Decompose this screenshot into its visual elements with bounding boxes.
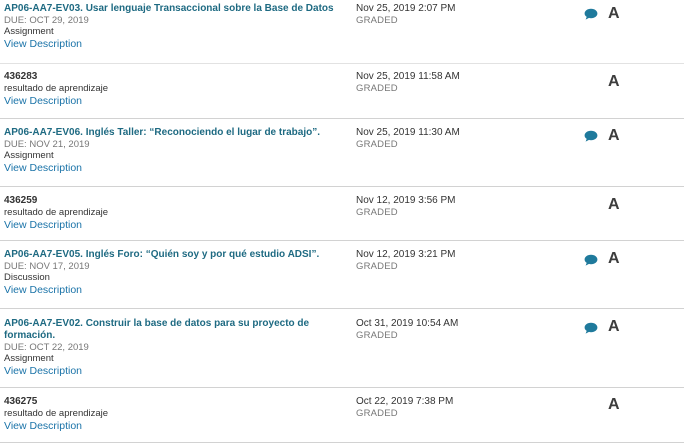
item-type: resultado de aprendizaje [4, 408, 109, 419]
grade-row: AP06-AA7-EV03. Usar lenguaje Transaccion… [0, 0, 684, 64]
submission-date: Oct 31, 2019 10:54 AM [356, 318, 459, 329]
view-description-link[interactable]: View Description [4, 284, 344, 297]
grade-row: 436283 resultado de aprendizaje View Des… [0, 64, 684, 119]
item-title: 436275 [4, 396, 38, 407]
item-title-link[interactable]: AP06-AA7-EV03. Usar lenguaje Transaccion… [4, 3, 344, 15]
view-description-link[interactable]: View Description [4, 365, 324, 378]
item-title-link[interactable]: AP06-AA7-EV06. Inglés Taller: “Reconocie… [4, 127, 344, 139]
submission-info: Oct 31, 2019 10:54 AM GRADED [356, 318, 458, 342]
item-info: AP06-AA7-EV02. Construir la base de dato… [4, 318, 324, 378]
status-label: GRADED [356, 139, 398, 150]
view-description-link[interactable]: View Description [4, 219, 344, 232]
grade-row: AP06-AA7-EV06. Inglés Taller: “Reconocie… [0, 119, 684, 187]
view-description-link[interactable]: View Description [4, 420, 344, 433]
item-type: Discussion [4, 272, 50, 283]
grade-row: AP06-AA7-EV05. Inglés Foro: “Quién soy y… [0, 241, 684, 309]
submission-date: Nov 12, 2019 3:21 PM [356, 249, 456, 260]
submission-date: Nov 25, 2019 2:07 PM [356, 3, 456, 14]
comment-icon[interactable] [584, 130, 598, 142]
view-description-link[interactable]: View Description [4, 95, 344, 108]
item-title: 436259 [4, 195, 38, 206]
submission-date: Nov 25, 2019 11:58 AM [356, 71, 460, 82]
item-title-link[interactable]: AP06-AA7-EV05. Inglés Foro: “Quién soy y… [4, 249, 344, 261]
item-title: 436283 [4, 71, 38, 82]
grade-value: A [608, 318, 620, 335]
grade-value: A [608, 196, 620, 213]
grade-value: A [608, 5, 620, 22]
comment-icon[interactable] [584, 254, 598, 266]
status-label: GRADED [356, 207, 398, 218]
item-info: AP06-AA7-EV05. Inglés Foro: “Quién soy y… [4, 249, 344, 297]
item-info: AP06-AA7-EV06. Inglés Taller: “Reconocie… [4, 127, 344, 175]
submission-date: Oct 22, 2019 7:38 PM [356, 396, 454, 407]
item-title-link[interactable]: AP06-AA7-EV02. Construir la base de dato… [4, 318, 324, 342]
item-type: Assignment [4, 26, 54, 37]
status-label: GRADED [356, 15, 398, 26]
status-label: GRADED [356, 330, 398, 341]
view-description-link[interactable]: View Description [4, 162, 344, 175]
grade-value: A [608, 396, 620, 413]
grade-row: 436275 resultado de aprendizaje View Des… [0, 388, 684, 443]
item-type: resultado de aprendizaje [4, 207, 109, 218]
grade-value: A [608, 127, 620, 144]
due-date: DUE: OCT 29, 2019 [4, 15, 89, 26]
item-type: Assignment [4, 150, 54, 161]
submission-date: Nov 25, 2019 11:30 AM [356, 127, 460, 138]
grade-row: 436259 resultado de aprendizaje View Des… [0, 187, 684, 241]
due-date: DUE: NOV 17, 2019 [4, 261, 90, 272]
item-info: 436259 resultado de aprendizaje View Des… [4, 195, 344, 232]
grade-value: A [608, 250, 620, 267]
comment-icon[interactable] [584, 322, 598, 334]
submission-info: Nov 25, 2019 2:07 PM GRADED [356, 3, 456, 27]
status-label: GRADED [356, 408, 398, 419]
item-info: 436283 resultado de aprendizaje View Des… [4, 71, 344, 108]
submission-date: Nov 12, 2019 3:56 PM [356, 195, 456, 206]
submission-info: Nov 25, 2019 11:58 AM GRADED [356, 71, 460, 95]
due-date: DUE: NOV 21, 2019 [4, 139, 90, 150]
submission-info: Oct 22, 2019 7:38 PM GRADED [356, 396, 453, 420]
grade-value: A [608, 73, 620, 90]
submission-info: Nov 12, 2019 3:56 PM GRADED [356, 195, 456, 219]
grade-row: AP06-AA7-EV02. Construir la base de dato… [0, 309, 684, 388]
status-label: GRADED [356, 261, 398, 272]
submission-info: Nov 12, 2019 3:21 PM GRADED [356, 249, 456, 273]
item-type: Assignment [4, 353, 54, 364]
item-type: resultado de aprendizaje [4, 83, 109, 94]
status-label: GRADED [356, 83, 398, 94]
item-info: AP06-AA7-EV03. Usar lenguaje Transaccion… [4, 3, 344, 51]
item-info: 436275 resultado de aprendizaje View Des… [4, 396, 344, 433]
view-description-link[interactable]: View Description [4, 38, 344, 51]
comment-icon[interactable] [584, 8, 598, 20]
submission-info: Nov 25, 2019 11:30 AM GRADED [356, 127, 460, 151]
due-date: DUE: OCT 22, 2019 [4, 342, 89, 353]
